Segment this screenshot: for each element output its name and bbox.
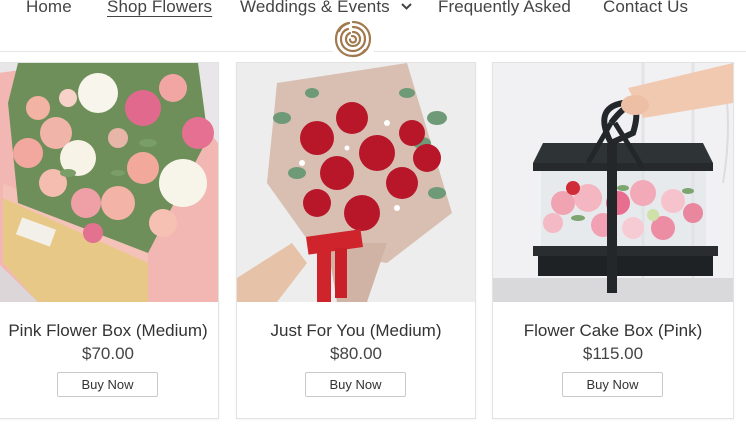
nav-weddings-events-link[interactable]: Weddings & Events	[240, 0, 412, 17]
nav-home-link[interactable]: Home	[26, 0, 72, 17]
buy-now-button[interactable]: Buy Now	[305, 372, 406, 397]
rose-logo-icon[interactable]	[329, 17, 377, 65]
product-image[interactable]	[493, 63, 733, 302]
product-title: Pink Flower Box (Medium)	[8, 321, 208, 340]
product-title: Flower Cake Box (Pink)	[523, 321, 703, 340]
pink-flower-box-image	[0, 63, 218, 302]
flower-cake-box-image	[493, 63, 733, 302]
buy-now-button[interactable]: Buy Now	[562, 372, 663, 397]
product-price: $80.00	[330, 344, 382, 363]
product-title: Just For You (Medium)	[270, 321, 442, 340]
product-card[interactable]: Flower Cake Box (Pink) $115.00 Buy Now	[492, 62, 734, 419]
nav-shop-flowers-link[interactable]: Shop Flowers	[107, 0, 212, 17]
product-card[interactable]: Pink Flower Box (Medium) $70.00 Buy Now	[0, 62, 219, 419]
buy-now-button[interactable]: Buy Now	[57, 372, 158, 397]
product-price: $115.00	[582, 344, 644, 363]
nav-frequently-asked-link[interactable]: Frequently Asked	[438, 0, 571, 17]
product-card[interactable]: Just For You (Medium) $80.00 Buy Now	[236, 62, 476, 419]
product-image[interactable]	[0, 63, 218, 302]
nav-weddings-events-label: Weddings & Events	[240, 0, 390, 16]
chevron-down-icon	[400, 3, 412, 10]
red-rose-bouquet-image	[237, 63, 475, 302]
product-image[interactable]	[237, 63, 475, 302]
product-price: $70.00	[82, 344, 134, 363]
nav-contact-us-link[interactable]: Contact Us	[603, 0, 688, 17]
